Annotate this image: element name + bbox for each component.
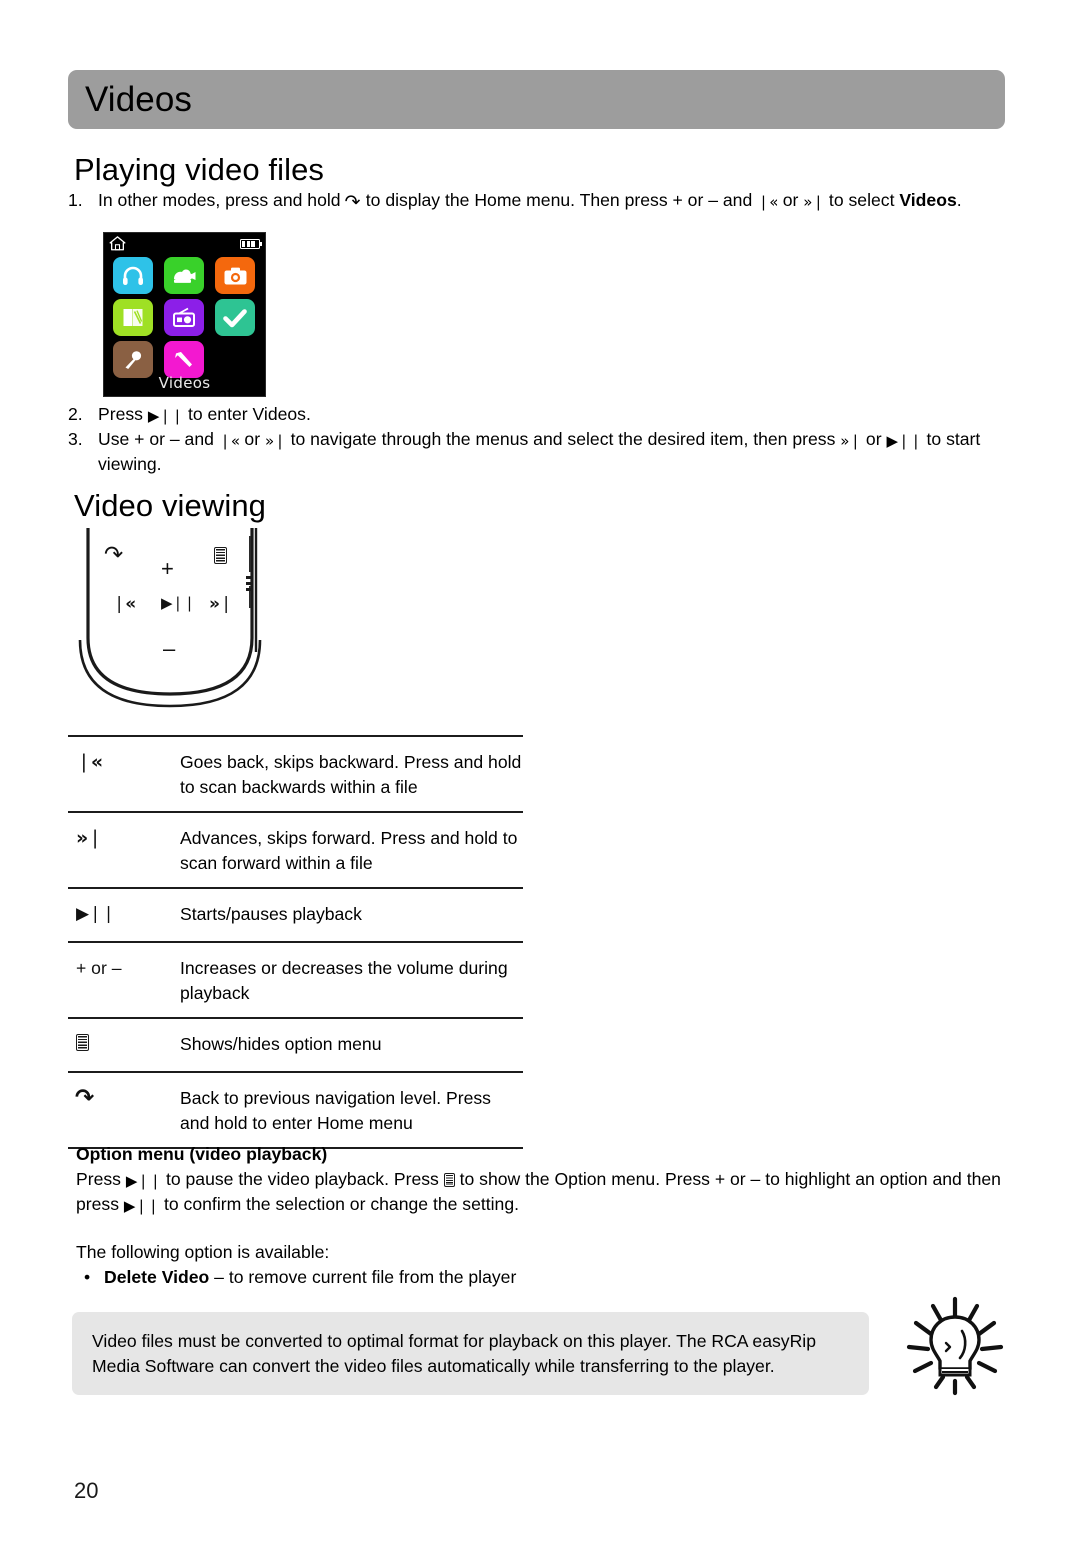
step-item-1: 1. In other modes, press and hold ↶ to d… xyxy=(68,188,1008,213)
skip-backward-button[interactable]: ❘« xyxy=(112,596,136,613)
step-number: 1. xyxy=(68,190,83,210)
step-text: In other modes, press and hold ↶ to disp… xyxy=(98,188,1008,213)
option-menu-heading: Option menu (video playback) xyxy=(76,1144,328,1164)
skip-backward-icon: ❘« xyxy=(76,751,103,773)
device-icon-voice-recorder[interactable] xyxy=(113,341,153,378)
steps-list-part2: 2. Press ▶❘❘ to enter Videos. 3. Use + o… xyxy=(68,402,1008,477)
play-pause-icon: ▶❘❘ xyxy=(123,1197,160,1215)
table-cell-description: Advances, skips forward. Press and hold … xyxy=(180,828,518,873)
volume-keys-label: + or – xyxy=(76,958,122,978)
step3-mid3: or xyxy=(861,429,887,449)
table-row: ↶ Back to previous navigation level. Pre… xyxy=(68,1071,523,1149)
step2-post: to enter Videos. xyxy=(183,404,311,424)
step1-post: to select xyxy=(824,190,900,210)
play-pause-icon: ▶❘❘ xyxy=(886,432,922,450)
battery-icon xyxy=(240,238,263,249)
option-menu-icon xyxy=(443,1173,455,1187)
back-icon: ↶ xyxy=(345,191,361,213)
device-icon-video[interactable] xyxy=(164,257,204,294)
bullet-marker: • xyxy=(84,1267,91,1287)
page-number: 20 xyxy=(74,1478,99,1503)
om-mid1: to pause the video playback. Press xyxy=(161,1169,444,1189)
device-icon-tasks[interactable] xyxy=(215,299,255,336)
page-title: Videos xyxy=(85,80,192,119)
table-row: ❘« Goes back, skips backward. Press and … xyxy=(68,735,523,811)
play-pause-button[interactable]: ▶❘❘ xyxy=(161,596,196,611)
skip-backward-icon: ❘« xyxy=(757,193,778,211)
device-icon-radio[interactable] xyxy=(164,299,204,336)
home-icon xyxy=(109,236,126,251)
device-home-menu-screenshot: Videos xyxy=(103,232,266,397)
manual-page: Videos Playing video files 1. In other m… xyxy=(0,0,1080,1554)
step3-mid1: or xyxy=(239,429,265,449)
om-pre: Press xyxy=(76,1169,126,1189)
step-item-2: 2. Press ▶❘❘ to enter Videos. xyxy=(68,402,1008,427)
table-cell-description: Back to previous navigation level. Press… xyxy=(180,1088,491,1133)
option-menu-button[interactable] xyxy=(214,547,227,567)
skip-forward-icon: »❘ xyxy=(76,827,103,849)
page-header-banner: Videos xyxy=(68,70,1005,129)
section-heading-playing-video-files: Playing video files xyxy=(74,152,325,187)
play-pause-icon: ▶❘❘ xyxy=(125,1172,162,1190)
step3-pre: Use + or – and xyxy=(98,429,219,449)
table-row: ▶❘❘ Starts/pauses playback xyxy=(68,887,523,941)
step1-mid2: or xyxy=(777,190,804,210)
step1-bold-videos: Videos xyxy=(899,190,957,210)
player-illustration: ↶ + ❘« ▶❘❘ »❘ – xyxy=(72,528,342,713)
table-cell-description: Goes back, skips backward. Press and hol… xyxy=(180,752,522,797)
step1-mid1: to display the Home menu. Then press + o… xyxy=(360,190,758,210)
tip-callout-box: Video files must be converted to optimal… xyxy=(72,1312,869,1395)
step-number: 3. xyxy=(68,429,83,449)
device-icon-books[interactable] xyxy=(113,299,153,336)
device-selected-item-label: Videos xyxy=(158,374,211,392)
step1-pre: In other modes, press and hold xyxy=(98,190,346,210)
table-row: Shows/hides option menu xyxy=(68,1017,523,1071)
table-cell-description: Shows/hides option menu xyxy=(180,1034,382,1054)
table-cell-description: Starts/pauses playback xyxy=(180,904,362,924)
play-pause-icon: ▶❘❘ xyxy=(76,904,116,924)
option-menu-paragraph: Press ▶❘❘ to pause the video playback. P… xyxy=(76,1167,1006,1217)
device-icon-camera[interactable] xyxy=(215,257,255,294)
step-number: 2. xyxy=(68,404,83,424)
step2-pre: Press xyxy=(98,404,148,424)
bullet-content: Delete Video – to remove current file fr… xyxy=(104,1265,516,1290)
step-text: Press ▶❘❘ to enter Videos. xyxy=(98,402,1008,427)
table-row: + or – Increases or decreases the volume… xyxy=(68,941,523,1017)
button-function-table: ❘« Goes back, skips backward. Press and … xyxy=(68,735,523,1149)
step-text: Use + or – and ❘« or »❘ to navigate thro… xyxy=(98,427,1008,477)
list-item: • Delete Video – to remove current file … xyxy=(76,1265,1006,1290)
option-description: – to remove current file from the player xyxy=(209,1267,517,1287)
step1-tail: . xyxy=(956,190,962,210)
skip-forward-button[interactable]: »❘ xyxy=(209,596,233,613)
device-icon-music[interactable] xyxy=(113,257,153,294)
volume-down-button[interactable]: – xyxy=(163,638,175,660)
steps-list-part1: 1. In other modes, press and hold ↶ to d… xyxy=(68,188,1008,213)
device-icon-settings[interactable] xyxy=(164,341,204,378)
available-options-line: The following option is available: xyxy=(76,1242,330,1262)
section-heading-video-viewing: Video viewing xyxy=(74,488,267,523)
skip-forward-icon: »❘ xyxy=(840,432,862,450)
step-item-3: 3. Use + or – and ❘« or »❘ to navigate t… xyxy=(68,427,1008,477)
tip-text: Video files must be converted to optimal… xyxy=(92,1331,816,1376)
back-button[interactable]: ↶ xyxy=(104,542,123,568)
table-cell-description: Increases or decreases the volume during… xyxy=(180,958,508,1003)
option-name: Delete Video xyxy=(104,1267,210,1287)
skip-backward-icon: ❘« xyxy=(218,432,240,450)
device-icon-grid xyxy=(113,257,259,378)
skip-forward-icon: »❘ xyxy=(264,432,286,450)
device-status-bar xyxy=(104,233,265,254)
table-row: »❘ Advances, skips forward. Press and ho… xyxy=(68,811,523,887)
step3-mid2: to navigate through the menus and select… xyxy=(285,429,841,449)
option-menu-section: Option menu (video playback) Press ▶❘❘ t… xyxy=(76,1142,1006,1290)
option-menu-icon xyxy=(68,1032,178,1056)
om-post: to confirm the selection or change the s… xyxy=(159,1194,520,1214)
back-icon: ↶ xyxy=(76,1085,95,1111)
play-pause-icon: ▶❘❘ xyxy=(147,407,184,425)
skip-forward-icon: »❘ xyxy=(803,193,825,211)
volume-up-button[interactable]: + xyxy=(161,558,174,580)
lightbulb-icon xyxy=(900,1295,1010,1403)
